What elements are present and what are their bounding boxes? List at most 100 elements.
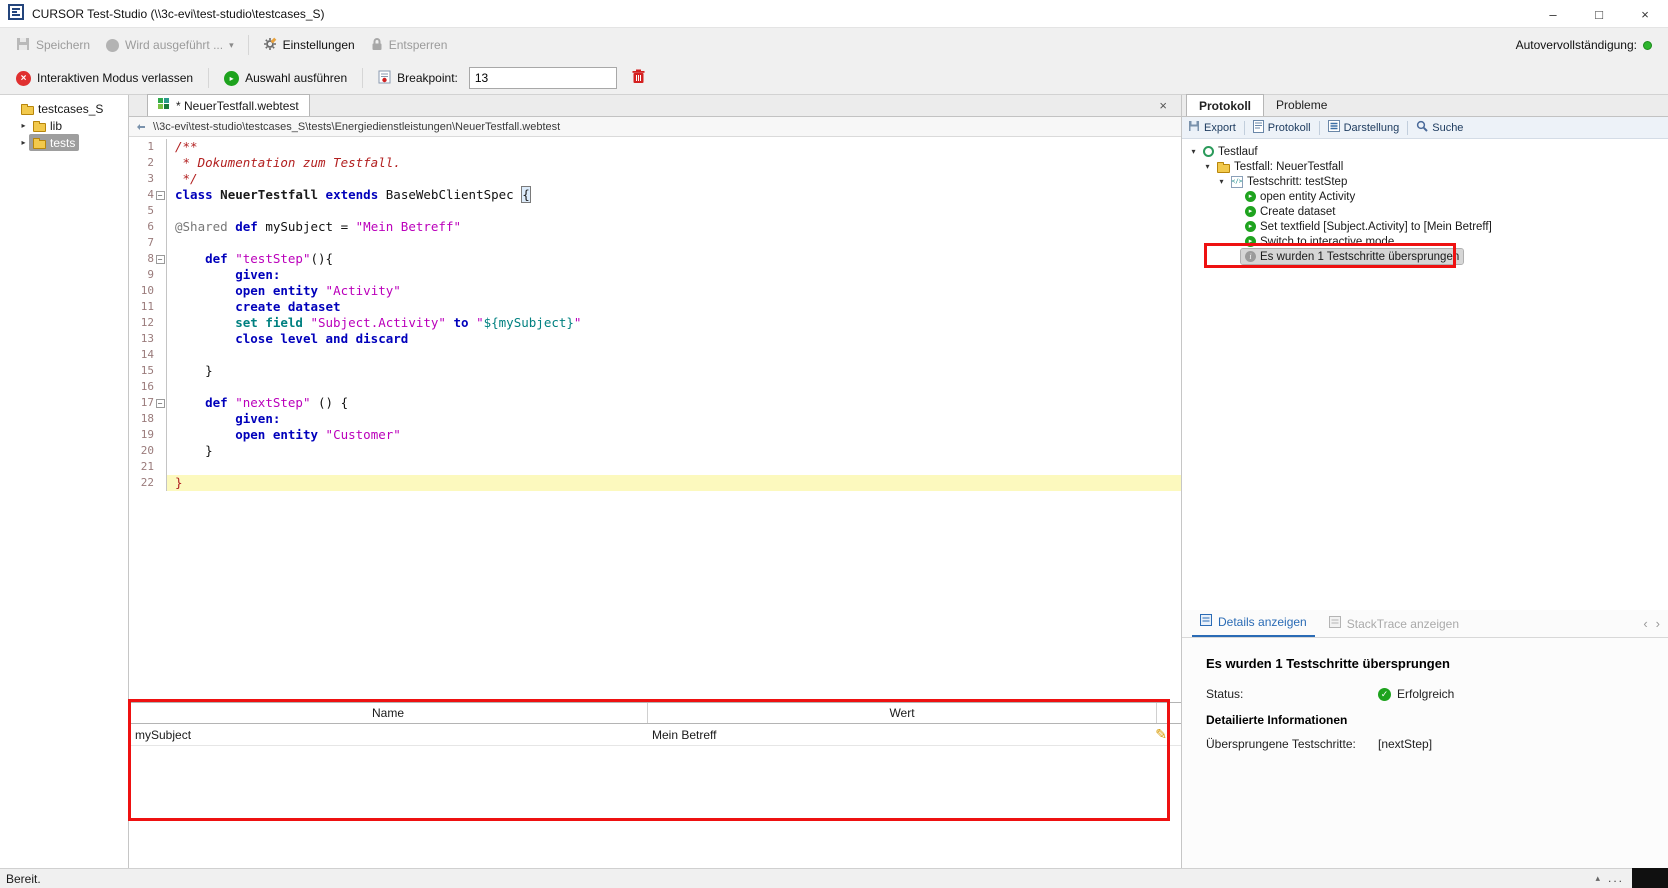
protocol-tree-item[interactable]: ▸Create dataset <box>1182 204 1668 219</box>
code-line[interactable]: 10 open entity "Activity" <box>129 283 1181 299</box>
table-row[interactable]: mySubject Mein Betreff ✎ <box>129 724 1181 746</box>
search-button[interactable]: Suche <box>1416 120 1463 135</box>
fold-collapse-icon[interactable]: − <box>156 255 165 264</box>
fold-gutter <box>154 299 167 315</box>
play-icon: ▸ <box>1245 236 1256 247</box>
minimize-icon[interactable]: – <box>1530 0 1576 28</box>
line-number: 8 <box>129 251 154 267</box>
protocol-tree-item[interactable]: ▾ Testlauf <box>1182 144 1668 159</box>
tree-item-label: Testfall: NeuerTestfall <box>1234 161 1343 173</box>
search-icon <box>1416 120 1428 135</box>
tab-stacktrace-anzeigen[interactable]: StackTrace anzeigen <box>1321 616 1467 637</box>
file-tree-item[interactable]: ▸lib <box>0 117 128 134</box>
tab-probleme[interactable]: Probleme <box>1264 94 1339 116</box>
code-line[interactable]: 4−class NeuerTestfall extends BaseWebCli… <box>129 187 1181 203</box>
toolbar-separator <box>208 68 209 88</box>
code-editor[interactable]: 1/**2 * Dokumentation zum Testfall.3 */4… <box>129 137 1181 702</box>
code-line[interactable]: 8− def "testStep"(){ <box>129 251 1181 267</box>
code-lines: 1/**2 * Dokumentation zum Testfall.3 */4… <box>129 139 1181 491</box>
code-line[interactable]: 2 * Dokumentation zum Testfall. <box>129 155 1181 171</box>
tree-expander-icon[interactable]: ▾ <box>1216 177 1227 186</box>
code-line[interactable]: 17− def "nextStep" () { <box>129 395 1181 411</box>
edit-pencil-icon[interactable]: ✎ <box>1155 726 1167 743</box>
run-selection-button[interactable]: ▸ Auswahl ausführen <box>218 68 353 89</box>
code-line[interactable]: 21 <box>129 459 1181 475</box>
save-button[interactable]: Speichern <box>10 34 96 57</box>
file-tree-item[interactable]: testcases_S <box>0 100 128 117</box>
fold-gutter <box>154 139 167 155</box>
details-info-heading: Detailierte Informationen <box>1206 713 1668 727</box>
running-status-button[interactable]: Wird ausgeführt ... ▾ <box>100 35 240 55</box>
next-chevron-icon[interactable]: › <box>1656 616 1660 631</box>
maximize-icon[interactable]: □ <box>1576 0 1622 28</box>
close-icon[interactable]: × <box>1622 0 1668 28</box>
code-line[interactable]: 11 create dataset <box>129 299 1181 315</box>
tree-expander-icon[interactable]: ▾ <box>1188 147 1199 156</box>
code-line[interactable]: 19 open entity "Customer" <box>129 427 1181 443</box>
tab-protokoll[interactable]: Protokoll <box>1186 94 1264 116</box>
code-line[interactable]: 6@Shared def mySubject = "Mein Betreff" <box>129 219 1181 235</box>
tree-item-label: Testlauf <box>1218 146 1258 158</box>
breakpoint-input[interactable] <box>469 67 617 89</box>
chevron-down-icon[interactable]: ▾ <box>229 40 234 51</box>
code-line[interactable]: 13 close level and discard <box>129 331 1181 347</box>
export-button[interactable]: Export <box>1188 120 1236 135</box>
fold-gutter <box>154 363 167 379</box>
list-view-icon <box>1328 120 1340 135</box>
protocol-tree-item[interactable]: ▾</>Testschritt: testStep <box>1182 174 1668 189</box>
overflow-dots[interactable]: ... <box>1608 871 1624 885</box>
code-line[interactable]: 16 <box>129 379 1181 395</box>
protocol-tree-item[interactable]: ▾ Testfall: NeuerTestfall <box>1182 159 1668 174</box>
unlock-button[interactable]: Entsperren <box>365 34 454 57</box>
leave-interactive-mode-button[interactable]: × Interaktiven Modus verlassen <box>10 68 199 89</box>
fold-gutter <box>154 443 167 459</box>
code-line[interactable]: 14 <box>129 347 1181 363</box>
tab-details-anzeigen[interactable]: Details anzeigen <box>1192 614 1315 637</box>
folder-icon <box>33 123 46 132</box>
code-line[interactable]: 7 <box>129 235 1181 251</box>
code-line[interactable]: 15 } <box>129 363 1181 379</box>
code-line[interactable]: 22} <box>129 475 1181 491</box>
code-line[interactable]: 12 set field "Subject.Activity" to "${my… <box>129 315 1181 331</box>
code-line[interactable]: 5 <box>129 203 1181 219</box>
running-icon <box>106 39 119 52</box>
fold-gutter <box>154 171 167 187</box>
corner-block <box>1632 868 1668 888</box>
settings-button[interactable]: Einstellungen <box>257 34 361 57</box>
protocol-tree-item[interactable]: ▸Set textfield [Subject.Activity] to [Me… <box>1182 219 1668 234</box>
close-editor-icon[interactable]: × <box>1159 98 1167 113</box>
protocol-tree-item[interactable]: ▸open entity Activity <box>1182 189 1668 204</box>
details-tab-bar: Details anzeigen StackTrace anzeigen ‹ › <box>1182 610 1668 638</box>
line-number: 20 <box>129 443 154 459</box>
code-text: @Shared def mySubject = "Mein Betreff" <box>167 219 1181 235</box>
code-line[interactable]: 3 */ <box>129 171 1181 187</box>
tree-expander-icon[interactable]: ▸ <box>18 138 29 147</box>
view-options-button[interactable]: Darstellung <box>1328 120 1400 135</box>
column-header-wert[interactable]: Wert <box>648 703 1157 723</box>
delete-breakpoint-button[interactable] <box>622 66 651 90</box>
document-icon <box>1253 120 1264 136</box>
column-header-name[interactable]: Name <box>129 703 648 723</box>
file-tree-item[interactable]: ▸tests <box>0 134 128 151</box>
code-line[interactable]: 1/** <box>129 139 1181 155</box>
tree-expander-icon[interactable]: ▾ <box>1202 162 1213 171</box>
fold-gutter <box>154 315 167 331</box>
fold-collapse-icon[interactable]: − <box>156 191 165 200</box>
webtest-file-icon <box>158 98 170 113</box>
tree-expander-icon[interactable]: ▸ <box>18 121 29 130</box>
line-number: 11 <box>129 299 154 315</box>
tree-item-label: Switch to interactive mode <box>1260 236 1394 248</box>
fold-gutter: − <box>154 395 167 411</box>
code-line[interactable]: 9 given: <box>129 267 1181 283</box>
protocol-tree-item[interactable]: ▸ Switch to interactive mode <box>1182 234 1668 249</box>
fold-collapse-icon[interactable]: − <box>156 399 165 408</box>
protocol-tree-item[interactable]: iEs wurden 1 Testschritte übersprungen <box>1182 249 1668 264</box>
code-text: class NeuerTestfall extends BaseWebClien… <box>167 187 1181 203</box>
protocol-view-button[interactable]: Protokoll <box>1253 120 1311 136</box>
code-line[interactable]: 20 } <box>129 443 1181 459</box>
export-icon <box>1188 120 1200 135</box>
code-line[interactable]: 18 given: <box>129 411 1181 427</box>
fold-gutter <box>154 347 167 363</box>
editor-tab[interactable]: * NeuerTestfall.webtest <box>147 94 310 116</box>
prev-chevron-icon[interactable]: ‹ <box>1643 616 1647 631</box>
